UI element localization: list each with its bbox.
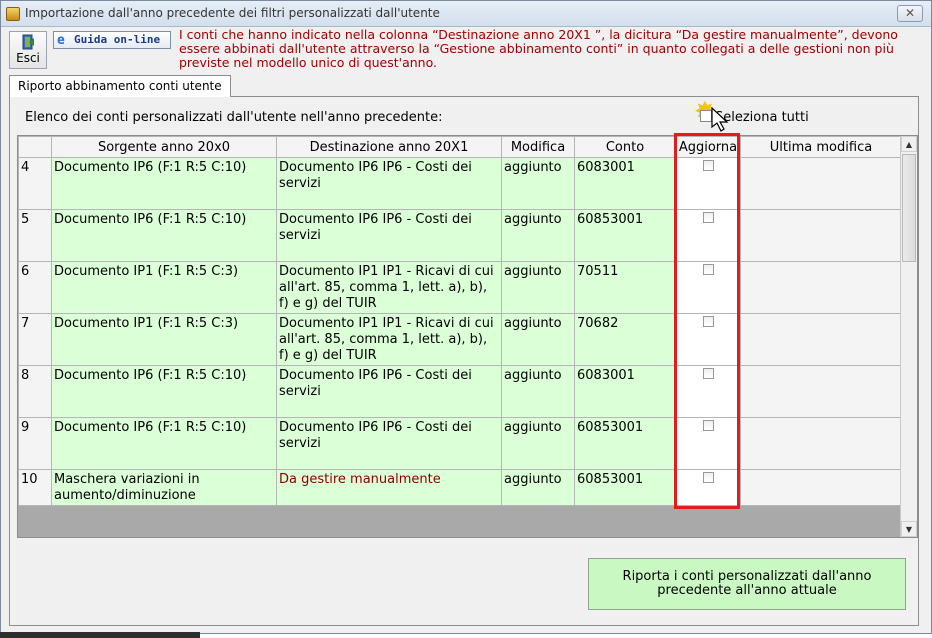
col-header-ultima-modifica[interactable]: Ultima modifica <box>740 136 902 158</box>
aggiorna-checkbox[interactable] <box>702 264 714 275</box>
modifica-cell[interactable]: aggiunto <box>501 209 575 262</box>
aggiorna-cell[interactable] <box>675 469 741 506</box>
col-header-source[interactable]: Sorgente anno 20x0 <box>51 136 277 158</box>
scroll-up-arrow-icon[interactable]: ▲ <box>901 136 917 152</box>
source-cell[interactable]: Documento IP1 (F:1 R:5 C:3) <box>51 261 277 314</box>
scroll-down-arrow-icon[interactable]: ▼ <box>901 521 917 537</box>
source-cell[interactable]: Documento IP1 (F:1 R:5 C:3) <box>51 313 277 366</box>
aggiorna-cell[interactable] <box>675 417 741 470</box>
exit-door-icon <box>22 34 34 50</box>
destination-cell[interactable]: Documento IP6 IP6 - Costi dei servizi <box>276 365 502 418</box>
internet-explorer-icon: e <box>57 33 65 48</box>
ultima-modifica-cell <box>740 469 902 506</box>
destination-cell[interactable]: Documento IP1 IP1 - Ricavi di cui all'ar… <box>276 261 502 314</box>
table-row[interactable]: 8 Documento IP6 (F:1 R:5 C:10) Documento… <box>18 365 902 418</box>
destination-cell[interactable]: Documento IP6 IP6 - Costi dei servizi <box>276 209 502 262</box>
exit-label: Esci <box>16 51 40 65</box>
table-row[interactable]: 6 Documento IP1 (F:1 R:5 C:3) Documento … <box>18 261 902 314</box>
table-row[interactable]: 9 Documento IP6 (F:1 R:5 C:10) Documento… <box>18 417 902 470</box>
ultima-modifica-cell <box>740 209 902 262</box>
aggiorna-checkbox[interactable] <box>702 212 714 223</box>
row-number: 6 <box>18 261 52 314</box>
aggiorna-cell[interactable] <box>675 261 741 314</box>
row-number: 4 <box>18 157 52 210</box>
tab-panel: Elenco dei conti personalizzati dall'ute… <box>9 96 919 626</box>
destination-cell[interactable]: Documento IP1 IP1 - Ricavi di cui all'ar… <box>276 313 502 366</box>
list-label: Elenco dei conti personalizzati dall'ute… <box>25 110 443 125</box>
aggiorna-checkbox[interactable] <box>702 316 714 327</box>
row-number: 10 <box>18 469 52 506</box>
mouse-cursor-icon <box>711 107 729 132</box>
exit-button[interactable]: Esci <box>9 31 47 69</box>
row-number: 5 <box>18 209 52 262</box>
modifica-cell[interactable]: aggiunto <box>501 261 575 314</box>
ultima-modifica-cell <box>740 157 902 210</box>
source-cell[interactable]: Documento IP6 (F:1 R:5 C:10) <box>51 417 277 470</box>
source-cell[interactable]: Maschera variazioni in aumento/diminuzio… <box>51 469 277 506</box>
conto-cell[interactable]: 60853001 <box>574 209 676 262</box>
conto-cell[interactable]: 70682 <box>574 313 676 366</box>
row-number: 7 <box>18 313 52 366</box>
ultima-modifica-cell <box>740 365 902 418</box>
close-button[interactable]: ✕ <box>897 5 923 22</box>
modifica-cell[interactable]: aggiunto <box>501 469 575 506</box>
accounts-table: Sorgente anno 20x0 Destinazione anno 20X… <box>18 136 902 506</box>
aggiorna-cell[interactable] <box>675 365 741 418</box>
col-header-row-number <box>18 136 52 158</box>
notice-text: I conti che hanno indicato nella colonna… <box>179 27 898 70</box>
table-row[interactable]: 7 Documento IP1 (F:1 R:5 C:3) Documento … <box>18 313 902 366</box>
destination-cell[interactable]: Documento IP6 IP6 - Costi dei servizi <box>276 157 502 210</box>
table-row[interactable]: 5 Documento IP6 (F:1 R:5 C:10) Documento… <box>18 209 902 262</box>
ultima-modifica-cell <box>740 313 902 366</box>
window-title: Importazione dall'anno precedente dei fi… <box>25 6 440 20</box>
destination-cell[interactable]: Documento IP6 IP6 - Costi dei servizi <box>276 417 502 470</box>
vertical-scrollbar[interactable]: ▲ ▼ <box>900 136 917 537</box>
modifica-cell[interactable]: aggiunto <box>501 313 575 366</box>
title-bar: Importazione dall'anno precedente dei fi… <box>1 1 931 27</box>
scrollbar-thumb[interactable] <box>902 154 916 262</box>
destination-cell[interactable]: Da gestire manualmente <box>276 469 502 506</box>
underlying-window-strip <box>0 632 200 638</box>
source-cell[interactable]: Documento IP6 (F:1 R:5 C:10) <box>51 365 277 418</box>
aggiorna-checkbox[interactable] <box>702 420 714 431</box>
aggiorna-checkbox[interactable] <box>702 472 714 483</box>
app-icon <box>6 7 20 21</box>
conto-cell[interactable]: 6083001 <box>574 157 676 210</box>
table-header-row: Sorgente anno 20x0 Destinazione anno 20X… <box>18 136 902 158</box>
modifica-cell[interactable]: aggiunto <box>501 417 575 470</box>
aggiorna-cell[interactable] <box>675 157 741 210</box>
accounts-grid: Sorgente anno 20x0 Destinazione anno 20X… <box>17 135 918 538</box>
conto-cell[interactable]: 60853001 <box>574 417 676 470</box>
table-row[interactable]: 4 Documento IP6 (F:1 R:5 C:10) Documento… <box>18 157 902 210</box>
col-header-aggiorna[interactable]: Aggiorna <box>675 136 741 158</box>
ultima-modifica-cell <box>740 417 902 470</box>
aggiorna-checkbox[interactable] <box>702 368 714 379</box>
col-header-modifica[interactable]: Modifica <box>501 136 575 158</box>
col-header-destination[interactable]: Destinazione anno 20X1 <box>276 136 502 158</box>
col-header-conto[interactable]: Conto <box>574 136 676 158</box>
aggiorna-cell[interactable] <box>675 313 741 366</box>
modifica-cell[interactable]: aggiunto <box>501 365 575 418</box>
online-guide-label: Guida on-line <box>74 33 161 46</box>
aggiorna-checkbox[interactable] <box>702 160 714 171</box>
source-cell[interactable]: Documento IP6 (F:1 R:5 C:10) <box>51 209 277 262</box>
conto-cell[interactable]: 70511 <box>574 261 676 314</box>
import-dialog: Importazione dall'anno precedente dei fi… <box>0 0 932 634</box>
conto-cell[interactable]: 60853001 <box>574 469 676 506</box>
table-row[interactable]: 10 Maschera variazioni in aumento/diminu… <box>18 469 902 506</box>
row-number: 9 <box>18 417 52 470</box>
row-number: 8 <box>18 365 52 418</box>
ultima-modifica-cell <box>740 261 902 314</box>
aggiorna-cell[interactable] <box>675 209 741 262</box>
tab-riporto-abbinamento[interactable]: Riporto abbinamento conti utente <box>9 75 231 97</box>
conto-cell[interactable]: 6083001 <box>574 365 676 418</box>
source-cell[interactable]: Documento IP6 (F:1 R:5 C:10) <box>51 157 277 210</box>
report-accounts-button[interactable]: Riporta i conti personalizzati dall'anno… <box>588 558 906 610</box>
modifica-cell[interactable]: aggiunto <box>501 157 575 210</box>
online-guide-button[interactable]: e Guida on-line <box>53 31 171 49</box>
